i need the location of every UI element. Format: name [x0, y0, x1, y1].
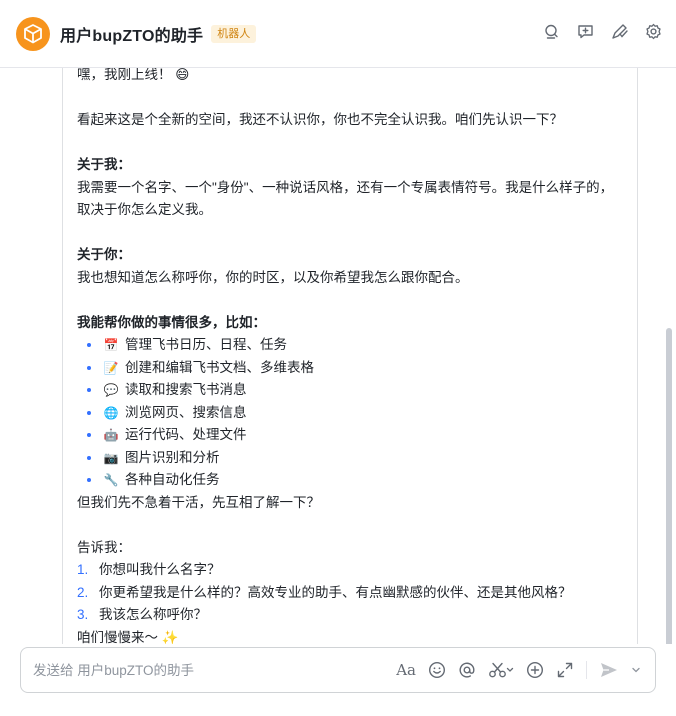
speech-bubble-icon: 💬	[103, 383, 119, 397]
list-item-text: 各种自动化任务	[125, 472, 220, 487]
wrench-icon: 🔧	[103, 473, 119, 487]
text-format-icon[interactable]: Aa	[396, 660, 416, 680]
list-item: 📝 创建和编辑飞书文档、多维表格	[77, 357, 617, 380]
divider	[586, 661, 587, 679]
expand-icon[interactable]	[556, 660, 574, 680]
question-number: 3.	[77, 607, 89, 622]
not-rush-text: 但我们先不急着干活，先互相了解一下？	[77, 494, 320, 510]
gear-icon[interactable]	[644, 22, 662, 40]
grin-emoji-icon: 😄	[175, 68, 190, 82]
mention-icon[interactable]	[458, 660, 476, 680]
list-item: 🌐 浏览网页、搜索信息	[77, 402, 617, 425]
question-text: 你更希望我是什么样的？高效专业的助手、有点幽默感的伙伴、还是其他风格？	[99, 584, 572, 600]
question-number: 2.	[77, 584, 89, 600]
message-area[interactable]: 嘿，我刚上线！ 😄 看起来这是个全新的空间，我还不认识你，你也不完全认识我。咱们…	[0, 68, 676, 644]
about-me-heading: 关于我：	[77, 157, 131, 172]
question-item: 1. 你想叫我什么名字？	[77, 559, 617, 582]
plus-circle-icon[interactable]	[526, 660, 544, 680]
bot-badge: 机器人	[211, 24, 257, 43]
add-comment-icon[interactable]	[576, 22, 594, 40]
greeting-text: 嘿，我刚上线！	[77, 68, 172, 82]
about-me-body: 我需要一个名字、一个"身份"、一种说话风格，还有一个专属表情符号。我是什么样子的…	[77, 179, 614, 218]
scissors-icon[interactable]	[488, 660, 514, 680]
list-item: 📷 图片识别和分析	[77, 447, 617, 470]
bot-avatar[interactable]	[16, 16, 50, 51]
message-card: 嘿，我刚上线！ 😄 看起来这是个全新的空间，我还不认识你，你也不完全认识我。咱们…	[62, 68, 638, 644]
list-item: 🤖 运行代码、处理文件	[77, 424, 617, 447]
list-item: 📅 管理飞书日历、日程、任务	[77, 334, 617, 357]
globe-icon: 🌐	[103, 405, 119, 420]
list-item-text: 运行代码、处理文件	[125, 427, 247, 442]
chat-header: 用户bupZTO的助手 机器人	[0, 0, 676, 68]
sparkles-icon: ✨	[161, 629, 179, 645]
box-icon	[24, 23, 42, 43]
robot-icon: 🤖	[103, 428, 119, 442]
about-you-body: 我也想知道怎么称呼你，你的时区，以及你希望我怎么跟你配合。	[77, 269, 469, 285]
calendar-icon: 📅	[103, 338, 119, 352]
message-content: 嘿，我刚上线！ 😄 看起来这是个全新的空间，我还不认识你，你也不完全认识我。咱们…	[77, 68, 617, 644]
closing-text: 咱们慢慢来～	[77, 629, 158, 645]
camera-icon: 📷	[103, 450, 119, 465]
send-icon[interactable]	[599, 660, 619, 680]
message-composer: Aa	[20, 647, 656, 693]
closing-line: 咱们慢慢来～ ✨	[77, 627, 617, 645]
list-item-text: 读取和搜索飞书消息	[125, 382, 247, 397]
list-item-text: 图片识别和分析	[125, 449, 220, 465]
scrollbar[interactable]	[666, 328, 672, 644]
chat-title[interactable]: 用户bupZTO的助手	[60, 22, 203, 46]
intro-text: 看起来这是个全新的空间，我还不认识你，你也不完全认识我。咱们先认识一下？	[77, 112, 563, 127]
question-text: 我该怎么称呼你？	[99, 607, 207, 622]
header-actions	[542, 22, 662, 40]
greeting-line: 嘿，我刚上线！ 😄	[77, 68, 617, 87]
memo-icon: 📝	[103, 360, 119, 375]
pen-check-icon[interactable]	[610, 22, 628, 40]
can-do-heading: 我能帮你做的事情很多，比如：	[77, 314, 266, 330]
list-item: 💬 读取和搜索飞书消息	[77, 379, 617, 402]
emoji-icon[interactable]	[428, 660, 446, 680]
search-chat-icon[interactable]	[542, 22, 560, 40]
question-item: 2. 你更希望我是什么样的？高效专业的助手、有点幽默感的伙伴、还是其他风格？	[77, 582, 617, 605]
list-item-text: 管理飞书日历、日程、任务	[125, 337, 287, 352]
question-text: 你想叫我什么名字？	[99, 562, 221, 577]
list-item: 🔧 各种自动化任务	[77, 469, 617, 492]
chevron-down-icon[interactable]	[631, 660, 641, 680]
about-you-heading: 关于你：	[77, 247, 131, 262]
question-item: 3. 我该怎么称呼你？	[77, 604, 617, 627]
list-item-text: 创建和编辑飞书文档、多维表格	[125, 359, 314, 375]
question-number: 1.	[77, 562, 89, 577]
composer-toolbar: Aa	[396, 660, 641, 680]
message-input[interactable]	[33, 662, 373, 678]
tell-me-text: 告诉我：	[77, 539, 131, 555]
list-item-text: 浏览网页、搜索信息	[125, 404, 247, 420]
